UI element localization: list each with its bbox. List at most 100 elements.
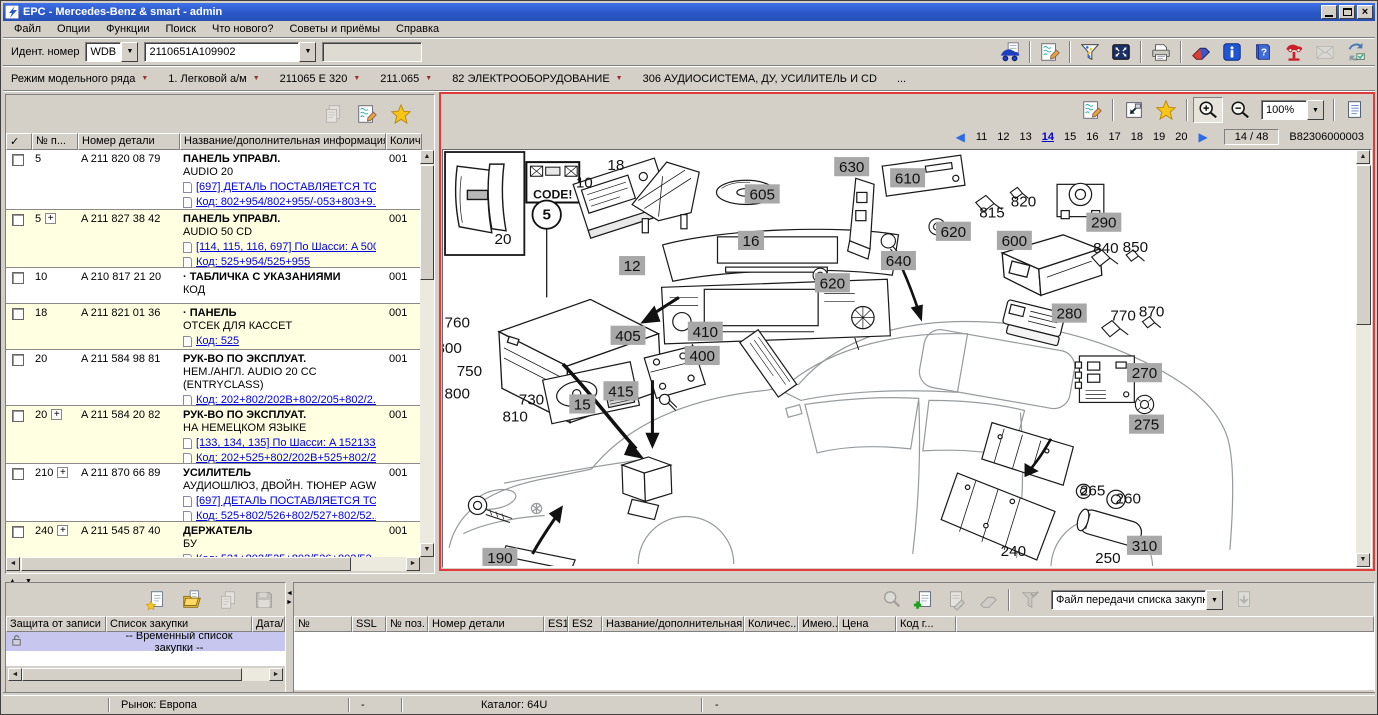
page-14[interactable]: 14 (1037, 131, 1059, 143)
page-18[interactable]: 18 (1126, 131, 1148, 143)
prev-page-icon[interactable]: ◀ (950, 130, 971, 144)
expand-icon[interactable]: + (57, 525, 68, 536)
next-page-icon[interactable]: ▶ (1192, 130, 1213, 144)
callout-610[interactable]: 610 (890, 168, 925, 187)
callout-870[interactable]: 870 (1139, 304, 1164, 321)
parts-vertical-scrollbar[interactable]: ▲ ▼ (420, 150, 434, 557)
collapse-left-icon[interactable]: ◄ (286, 590, 293, 597)
menu-item-3[interactable]: Функции (98, 22, 157, 37)
callout-310[interactable]: 310 (1127, 536, 1162, 555)
chevron-down-icon[interactable]: ▼ (616, 75, 623, 82)
header-part-number[interactable]: Номер детали (78, 133, 180, 150)
callout-270[interactable]: 270 (1127, 363, 1162, 382)
scroll-down-icon[interactable]: ▼ (420, 543, 434, 557)
breadcrumb-item-2[interactable]: 1. Легковой а/м▼ (168, 73, 259, 85)
page-19[interactable]: 19 (1148, 131, 1170, 143)
callout-400[interactable]: 400 (685, 346, 720, 365)
chevron-down-icon[interactable]: ▼ (253, 75, 260, 82)
breadcrumb-item-4[interactable]: 211.065▼ (380, 73, 432, 85)
positions-header-5[interactable]: ES1 (544, 616, 568, 632)
chevron-down-icon[interactable]: ▼ (1307, 100, 1324, 120)
callout-810[interactable]: 810 (502, 409, 527, 426)
row-checkbox[interactable] (12, 308, 24, 320)
vehicle-datacard-button[interactable] (995, 39, 1025, 65)
footnote-link[interactable]: Код: 202+802/202B+802/205+802/2... (196, 394, 376, 405)
callout-20[interactable]: 20 (495, 231, 512, 248)
row-checkbox[interactable] (12, 354, 24, 366)
callout-405[interactable]: 405 (611, 326, 646, 345)
callout-240[interactable]: 240 (1001, 543, 1026, 560)
scroll-up-icon[interactable]: ▲ (420, 150, 434, 164)
ident-number-combo[interactable]: ▼ (144, 42, 316, 62)
callout-800[interactable]: 800 (443, 340, 462, 357)
callout-CODE![interactable]: CODE! (533, 188, 572, 202)
callout-620[interactable]: 620 (936, 222, 971, 241)
page-15[interactable]: 15 (1059, 131, 1081, 143)
callout-800[interactable]: 800 (445, 385, 470, 402)
footnote-link[interactable]: Код: 802+954/802+955/-053+803+9... (196, 196, 376, 209)
positions-header-8[interactable]: Количес... (744, 616, 798, 632)
parts-table-row[interactable]: 5A 211 820 08 79ПАНЕЛЬ УПРАВЛ.AUDIO 20[6… (6, 150, 422, 210)
fit-window-button[interactable] (1119, 97, 1149, 123)
breadcrumb-item-3[interactable]: 211065 E 320▼ (280, 73, 361, 85)
add-position-button[interactable] (909, 587, 939, 613)
chevron-down-icon[interactable]: ▼ (353, 75, 360, 82)
maximize-button[interactable] (1339, 5, 1355, 19)
callout-290[interactable]: 290 (1086, 213, 1121, 232)
positions-header-7[interactable]: Название/дополнительная информ... (602, 616, 744, 632)
chevron-down-icon[interactable]: ▼ (1206, 590, 1223, 610)
callout-600[interactable]: 600 (997, 231, 1032, 250)
scroll-left-icon[interactable]: ◄ (6, 557, 20, 571)
parts-table-row[interactable]: 20A 211 584 98 81РУК-ВО ПО ЭКСПЛУАТ.НЕМ.… (6, 350, 422, 406)
scroll-thumb[interactable] (21, 557, 351, 571)
callout-730[interactable]: 730 (519, 391, 544, 408)
chevron-down-icon[interactable]: ▼ (141, 75, 148, 82)
header-list-name[interactable]: Список закупки (106, 616, 252, 632)
callout-750[interactable]: 750 (457, 363, 482, 380)
callout-190[interactable]: 190 (482, 548, 517, 566)
scroll-up-icon[interactable]: ▲ (1356, 150, 1370, 164)
zoom-level-combo[interactable]: 100% ▼ (1261, 100, 1324, 120)
parts-table-row[interactable]: 18A 211 821 01 36· ПАНЕЛЬОТСЕК ДЛЯ КАССЕ… (6, 304, 422, 350)
callout-15[interactable]: 15 (569, 394, 595, 413)
menu-item-6[interactable]: Советы и приёмы (281, 22, 388, 37)
row-checkbox[interactable] (12, 272, 24, 284)
page-12[interactable]: 12 (992, 131, 1014, 143)
expand-icon[interactable]: + (57, 467, 68, 478)
callout-640[interactable]: 640 (881, 251, 916, 270)
minimize-button[interactable] (1321, 5, 1337, 19)
chevron-down-icon[interactable]: ▼ (425, 75, 432, 82)
positions-header-11[interactable]: Код г... (896, 616, 956, 632)
callout-850[interactable]: 850 (1123, 239, 1148, 256)
notes-button[interactable] (1035, 39, 1065, 65)
page-17[interactable]: 17 (1103, 131, 1125, 143)
chevron-down-icon[interactable]: ▼ (299, 42, 316, 62)
footnote-icon[interactable] (183, 257, 192, 267)
callout-280[interactable]: 280 (1052, 303, 1087, 322)
footnote-icon[interactable] (183, 182, 192, 193)
callout-815[interactable]: 815 (979, 205, 1004, 222)
parts-table-row[interactable]: 10A 210 817 21 20· ТАБЛИЧКА С УКАЗАНИЯМИ… (6, 268, 422, 304)
collapse-right-icon[interactable]: ► (286, 599, 293, 606)
callout-12[interactable]: 12 (619, 256, 645, 275)
footnote-icon[interactable] (183, 496, 192, 507)
positions-header-6[interactable]: ES2 (568, 616, 602, 632)
breadcrumb-item-6[interactable]: 306 АУДИОСИСТЕМА, ДУ, УСИЛИТЕЛЬ И CD (643, 73, 877, 85)
callout-250[interactable]: 250 (1095, 550, 1120, 566)
callout-10[interactable]: 10 (576, 174, 593, 191)
ident-prefix-combo[interactable]: WDB ▼ (85, 42, 138, 62)
row-checkbox[interactable] (12, 214, 24, 226)
page-13[interactable]: 13 (1014, 131, 1036, 143)
callout-275[interactable]: 275 (1129, 415, 1164, 434)
callout-620[interactable]: 620 (815, 273, 850, 292)
shopping-list-horizontal-scrollbar[interactable]: ◄ ► (8, 668, 283, 681)
row-checkbox[interactable] (12, 468, 24, 480)
page-document-button[interactable] (1340, 97, 1370, 123)
menu-item-7[interactable]: Справка (388, 22, 447, 37)
scroll-down-icon[interactable]: ▼ (1356, 553, 1370, 567)
page-11[interactable]: 11 (971, 131, 992, 143)
positions-header-9[interactable]: Имею... (798, 616, 838, 632)
header-name[interactable]: Название/дополнительная информация (180, 133, 386, 150)
footnote-link[interactable]: [697] ДЕТАЛЬ ПОСТАВЛЯЕТСЯ ТОЛЬКО (196, 181, 376, 194)
vertical-splitter[interactable]: ◄ ► (286, 582, 293, 693)
